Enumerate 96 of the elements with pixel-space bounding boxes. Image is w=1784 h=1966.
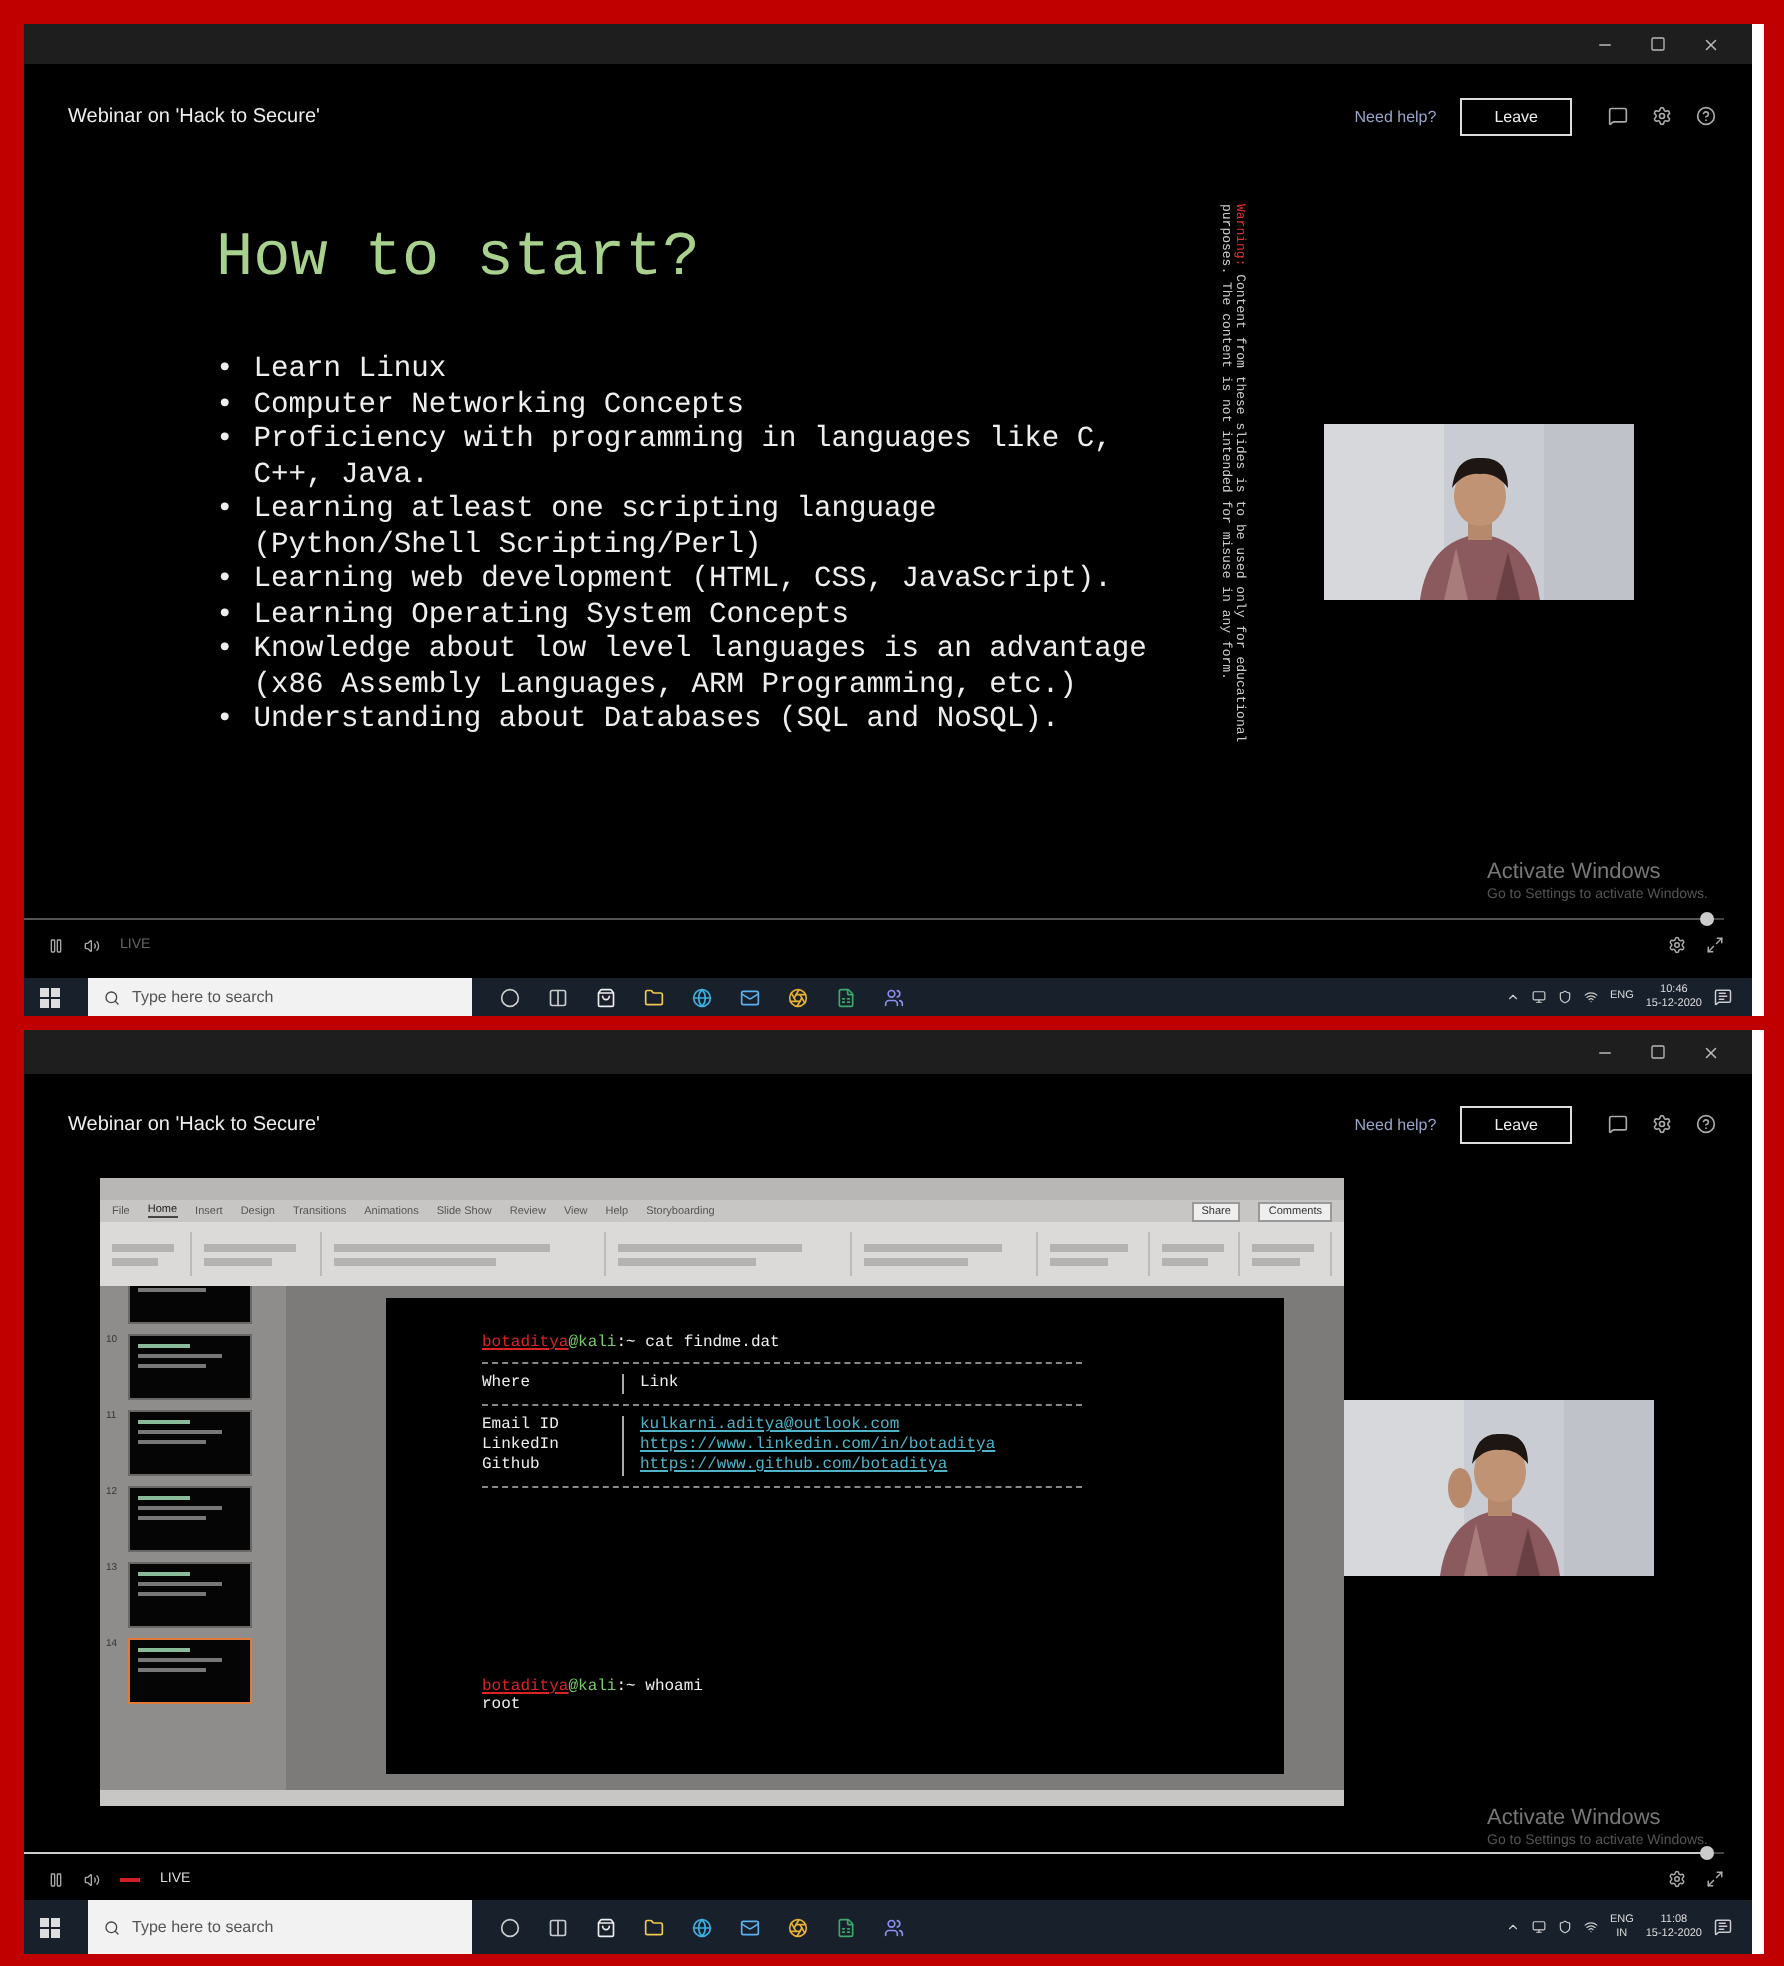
help-icon[interactable] (1696, 1114, 1716, 1134)
mail-icon[interactable] (740, 1917, 760, 1937)
slide-thumbnail[interactable] (128, 1562, 252, 1628)
spreadsheet-icon[interactable] (836, 987, 856, 1007)
table-header: Link (640, 1374, 679, 1394)
notifications-icon[interactable] (1714, 1918, 1732, 1936)
browser-icon[interactable] (692, 987, 712, 1007)
shield-icon[interactable] (1557, 990, 1572, 1004)
slide-thumbnail[interactable] (128, 1334, 252, 1400)
network-icon[interactable] (1583, 1920, 1598, 1934)
window-title: Webinar on 'Hack to Secure' (68, 1113, 322, 1135)
bullet-text: Knowledge about low level languages is an advantage (x86 Assembly Languages, ARM Programming, etc.) (253, 634, 1147, 704)
shopping-bag-icon[interactable] (596, 1917, 616, 1937)
bullet-mark: • (216, 389, 234, 424)
browser-icon[interactable] (788, 1917, 808, 1937)
task-view-icon[interactable] (548, 1917, 568, 1937)
windows-logo-icon[interactable] (40, 1917, 60, 1937)
command-output: root (482, 1696, 523, 1714)
folder-icon[interactable] (644, 1917, 664, 1937)
bullet-mark: • (216, 634, 234, 670)
settings-icon[interactable] (1652, 106, 1672, 126)
link[interactable]: https://www.linkedin.com/in/botaditya (640, 1436, 996, 1456)
windows-logo-icon[interactable] (40, 987, 60, 1007)
monitor-icon[interactable] (1531, 1920, 1546, 1934)
live-indicator (120, 1877, 140, 1881)
bullet-mark: • (216, 494, 234, 530)
bullet-text: Learn Linux (253, 354, 449, 389)
shopping-bag-icon[interactable] (596, 987, 616, 1007)
activation-title: Activate Windows (1487, 1806, 1663, 1830)
pause-icon[interactable] (48, 1871, 64, 1887)
bullet-text: Proficiency with programming in languages like C, C++, Java. (253, 424, 1114, 494)
slide-thumbnail[interactable] (128, 1638, 252, 1704)
spreadsheet-icon[interactable] (836, 1917, 856, 1937)
notifications-icon[interactable] (1714, 988, 1732, 1006)
slide-title: How to start? (216, 224, 702, 294)
prompt-line: botaditya@kali:~ whoami (482, 1678, 705, 1696)
bullet-mark: • (216, 564, 234, 599)
volume-icon[interactable] (84, 1871, 100, 1887)
fullscreen-icon[interactable] (1706, 1870, 1724, 1888)
fullscreen-icon[interactable] (1706, 936, 1724, 954)
window-title: Webinar on 'Hack to Secure' (68, 105, 322, 127)
maximize-icon[interactable] (1650, 1044, 1666, 1060)
monitor-icon[interactable] (1531, 990, 1546, 1004)
chevron-up-icon[interactable] (1505, 990, 1520, 1004)
leave-button[interactable]: Leave (1460, 1105, 1572, 1143)
circle-icon[interactable] (500, 987, 520, 1007)
help-link[interactable]: Need help? (1354, 107, 1437, 125)
bullet-text: Computer Networking Concepts (253, 389, 746, 424)
close-icon[interactable] (1702, 1043, 1720, 1061)
table-header: Where (482, 1374, 533, 1394)
table-cell-text: Email ID (482, 1416, 561, 1436)
chevron-up-icon[interactable] (1505, 1920, 1520, 1934)
close-icon[interactable] (1702, 35, 1720, 53)
pause-icon[interactable] (48, 937, 64, 953)
link[interactable]: https://www.github.com/botaditya (640, 1456, 948, 1476)
bullet-mark: • (216, 354, 234, 389)
bullet-text: Understanding about Databases (SQL and NoSQL). (253, 704, 1062, 739)
bullet-mark: • (216, 599, 234, 634)
circle-icon[interactable] (500, 1917, 520, 1937)
table-cell-text: LinkedIn (482, 1436, 561, 1456)
settings-icon[interactable] (1652, 1114, 1672, 1134)
bullet-mark: • (216, 704, 234, 739)
folder-icon[interactable] (644, 987, 664, 1007)
search-field[interactable]: Type here to search (88, 1900, 472, 1954)
search-field[interactable]: Type here to search (88, 978, 472, 1016)
settings-icon[interactable] (1668, 1870, 1686, 1888)
help-link[interactable]: Need help? (1354, 1115, 1437, 1133)
slide-thumbnail[interactable] (128, 1486, 252, 1552)
help-icon[interactable] (1696, 106, 1716, 126)
chat-icon[interactable] (1608, 1114, 1628, 1134)
browser-icon[interactable] (788, 987, 808, 1007)
mail-icon[interactable] (740, 987, 760, 1007)
timeline-handle[interactable] (1699, 1846, 1713, 1860)
slide-thumbnail[interactable] (128, 1410, 252, 1476)
volume-icon[interactable] (84, 937, 100, 953)
people-icon[interactable] (884, 987, 904, 1007)
chat-icon[interactable] (1608, 106, 1628, 126)
browser-icon[interactable] (692, 1917, 712, 1937)
bullet-text: Learning Operating System Concepts (253, 599, 852, 634)
network-icon[interactable] (1583, 990, 1598, 1004)
maximize-icon[interactable] (1650, 36, 1666, 52)
search-icon (104, 989, 120, 1005)
table-cell-text: Github (482, 1456, 542, 1476)
search-icon (104, 1919, 120, 1935)
bullet-mark: • (216, 424, 234, 460)
settings-icon[interactable] (1668, 936, 1686, 954)
prompt-line: botaditya@kali:~ cat findme.dat (482, 1334, 782, 1352)
task-view-icon[interactable] (548, 987, 568, 1007)
activation-title: Activate Windows (1487, 860, 1663, 884)
shield-icon[interactable] (1557, 1920, 1572, 1934)
link[interactable]: kulkarni.aditya@outlook.com (640, 1416, 900, 1436)
leave-button[interactable]: Leave (1460, 97, 1572, 135)
timeline-handle[interactable] (1699, 912, 1713, 926)
people-icon[interactable] (884, 1917, 904, 1937)
bullet-text: Learning web development (HTML, CSS, JavaScript). (253, 564, 1114, 599)
bullet-text: Learning atleast one scripting language (Python/Shell Scripting/Perl) (253, 494, 939, 564)
